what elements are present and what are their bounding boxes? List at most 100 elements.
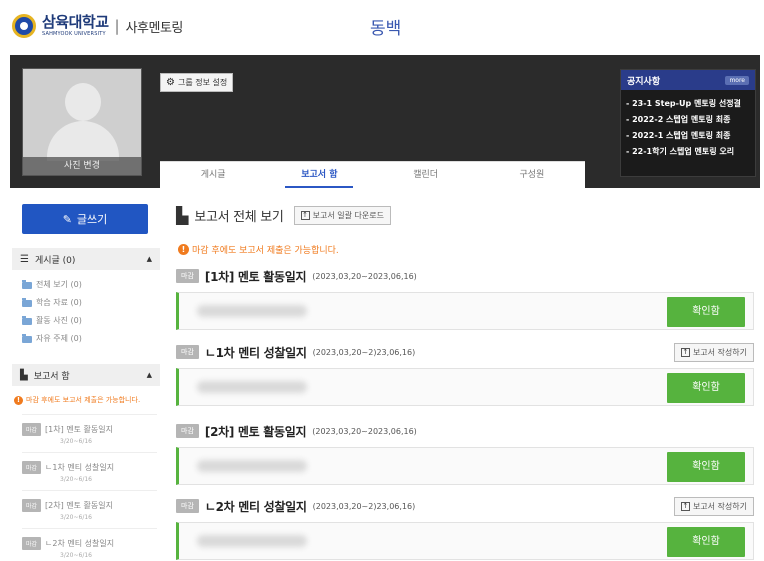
write-post-label: 글쓰기 <box>76 213 108 226</box>
notice-more-button[interactable]: more <box>725 75 749 85</box>
sidebar: ✎ 글쓰기 ☰ 게시글 (0) ▲ 전체 보기 (0) 학습 자료 (0) 활동… <box>10 196 160 561</box>
group-settings-button[interactable]: ⚙ 그룹 정보 설정 <box>160 73 234 92</box>
closed-badge: 마감 <box>176 499 199 513</box>
sidebar-section-posts[interactable]: ☰ 게시글 (0) ▲ <box>12 248 160 270</box>
report-title: [1차] 멘토 활동일지 <box>45 425 113 434</box>
report-period: (2023,03,20~2023,06,16) <box>312 271 417 281</box>
group-banner: 사진 변경 ⚙ 그룹 정보 설정 게시글 보고서 함 캘린더 구성원 공지사항 … <box>10 55 760 188</box>
report-entry[interactable]: 확인함 <box>176 368 754 406</box>
blurred-content <box>197 381 307 393</box>
report-date: 3/20~6/16 <box>60 476 92 483</box>
notice-title: 공지사항 <box>627 76 661 87</box>
report-card: 마감 ㄴ1차 멘티 성찰일지 (2023,03,20~2)23,06,16) ↑… <box>176 342 754 406</box>
report-title[interactable]: [2차] 멘토 활동일지 <box>205 423 307 440</box>
blurred-content <box>197 305 307 317</box>
write-report-button[interactable]: ↑ 보고서 작성하기 <box>673 496 754 516</box>
tab-report-box[interactable]: 보고서 함 <box>266 162 372 188</box>
chevron-up-icon[interactable]: ▲ <box>147 255 152 263</box>
report-icon: ▙ <box>20 369 28 381</box>
closed-badge: 마감 <box>176 424 199 438</box>
warning-icon: ! <box>178 244 189 255</box>
notice-item[interactable]: - 2022-2 스텝업 멘토링 최종 <box>626 112 750 128</box>
sidebar-item-all[interactable]: 전체 보기 (0) <box>22 276 82 294</box>
folder-icon <box>22 279 32 289</box>
confirm-button[interactable]: 확인함 <box>667 297 745 327</box>
report-title: [2차] 멘토 활동일지 <box>45 501 113 510</box>
main-header: ▙ 보고서 전체 보기 ↑ 보고서 일괄 다운로드 <box>176 206 391 225</box>
sidebar-item-free[interactable]: 자유 주제 (0) <box>22 330 82 348</box>
confirm-button[interactable]: 확인함 <box>667 373 745 403</box>
report-period: (2023,03,20~2)23,06,16) <box>312 501 416 511</box>
sidebar-report-item[interactable]: 마감 ㄴ1차 멘티 성찰일지 3/20~6/16 <box>22 452 157 494</box>
report-title[interactable]: ㄴ2차 멘티 성찰일지 <box>205 498 307 515</box>
report-title[interactable]: ㄴ1차 멘티 성찰일지 <box>205 344 307 361</box>
logo-english-name: SAHMYOOK UNIVERSITY <box>42 31 106 37</box>
sidebar-report-item[interactable]: 마감 ㄴ2차 멘티 성찰일지 3/20~6/16 <box>22 528 157 561</box>
warning-icon: ! <box>14 395 23 405</box>
list-icon: ☰ <box>20 253 29 265</box>
gear-icon: ⚙ <box>166 76 175 88</box>
notice-list: - 23-1 Step-Up 멘토링 선정결 - 2022-2 스텝업 멘토링 … <box>621 90 755 166</box>
sidebar-item-photos[interactable]: 활동 사진 (0) <box>22 312 82 330</box>
university-emblem-icon <box>12 14 36 38</box>
report-entry[interactable]: 확인함 <box>176 292 754 330</box>
sidebar-item-study[interactable]: 학습 자료 (0) <box>22 294 82 312</box>
report-title[interactable]: [1차] 멘토 활동일지 <box>205 268 307 285</box>
confirm-button[interactable]: 확인함 <box>667 452 745 482</box>
group-photo: 사진 변경 <box>22 68 142 176</box>
tab-posts[interactable]: 게시글 <box>160 162 266 188</box>
report-period: (2023,03,20~2)23,06,16) <box>312 347 416 357</box>
logo-separator: | <box>114 17 120 35</box>
photo-change-button[interactable]: 사진 변경 <box>23 157 141 175</box>
report-icon: ▙ <box>176 206 189 225</box>
closed-badge: 마감 <box>22 537 42 550</box>
logo-korean-name: 삼육대학교 <box>42 13 109 31</box>
closed-badge: 마감 <box>22 461 42 474</box>
notice-item[interactable]: - 22-1학기 스텝업 멘토링 오리 <box>626 144 750 160</box>
sidebar-report-item[interactable]: 마감 [1차] 멘토 활동일지 3/20~6/16 <box>22 414 157 456</box>
notice-panel: 공지사항 more - 23-1 Step-Up 멘토링 선정결 - 2022-… <box>620 69 756 177</box>
group-settings-label: 그룹 정보 설정 <box>177 78 228 87</box>
page-title: 보고서 전체 보기 <box>194 210 284 225</box>
confirm-button[interactable]: 확인함 <box>667 527 745 557</box>
notice-item[interactable]: - 2022-1 스텝업 멘토링 최종 <box>626 128 750 144</box>
chevron-up-icon[interactable]: ▲ <box>147 371 152 379</box>
report-card: 마감 [2차] 멘토 활동일지 (2023,03,20~2023,06,16) … <box>176 421 754 485</box>
pencil-icon: ✎ <box>62 212 72 226</box>
report-date: 3/20~6/16 <box>60 438 92 445</box>
closed-badge: 마감 <box>22 499 42 512</box>
closed-badge: 마감 <box>22 423 42 436</box>
university-logo[interactable]: 삼육대학교 SAHMYOOK UNIVERSITY | 사후멘토링 <box>12 14 183 38</box>
write-report-button[interactable]: ↑ 보고서 작성하기 <box>673 342 754 362</box>
blurred-content <box>197 460 307 472</box>
program-name: 사후멘토링 <box>125 20 184 36</box>
closed-badge: 마감 <box>176 345 199 359</box>
report-period: (2023,03,20~2023,06,16) <box>312 426 417 436</box>
report-date: 3/20~6/16 <box>60 552 92 559</box>
write-post-button[interactable]: ✎ 글쓰기 <box>22 204 148 234</box>
download-icon: ↑ <box>300 211 310 220</box>
tab-calendar[interactable]: 캘린더 <box>373 162 479 188</box>
bulk-download-button[interactable]: ↑ 보고서 일괄 다운로드 <box>293 206 391 225</box>
report-entry[interactable]: 확인함 <box>176 447 754 485</box>
main-warning: ! 마감 후에도 보고서 제출은 가능합니다. <box>178 243 339 256</box>
report-title: ㄴ1차 멘티 성찰일지 <box>45 463 115 472</box>
posts-section-label: 게시글 (0) <box>34 255 76 266</box>
notice-item[interactable]: - 23-1 Step-Up 멘토링 선정결 <box>626 96 750 112</box>
group-title: 동백 <box>370 19 402 39</box>
blurred-content <box>197 535 307 547</box>
closed-badge: 마감 <box>176 269 199 283</box>
group-tabs: 게시글 보고서 함 캘린더 구성원 <box>160 161 585 188</box>
upload-icon: ↑ <box>680 347 690 357</box>
reports-section-label: 보고서 함 <box>33 371 70 382</box>
folder-list: 전체 보기 (0) 학습 자료 (0) 활동 사진 (0) 자유 주제 (0) <box>22 276 82 348</box>
sidebar-section-reports[interactable]: ▙ 보고서 함 ▲ <box>12 364 160 386</box>
report-card: 마감 ㄴ2차 멘티 성찰일지 (2023,03,20~2)23,06,16) ↑… <box>176 496 754 560</box>
folder-icon <box>22 315 32 325</box>
user-silhouette-icon <box>65 83 101 121</box>
top-header: 삼육대학교 SAHMYOOK UNIVERSITY | 사후멘토링 동백 <box>0 0 764 55</box>
sidebar-report-item[interactable]: 마감 [2차] 멘토 활동일지 3/20~6/16 <box>22 490 157 532</box>
tab-members[interactable]: 구성원 <box>479 162 585 188</box>
folder-icon <box>22 297 32 307</box>
report-entry[interactable]: 확인함 <box>176 522 754 560</box>
